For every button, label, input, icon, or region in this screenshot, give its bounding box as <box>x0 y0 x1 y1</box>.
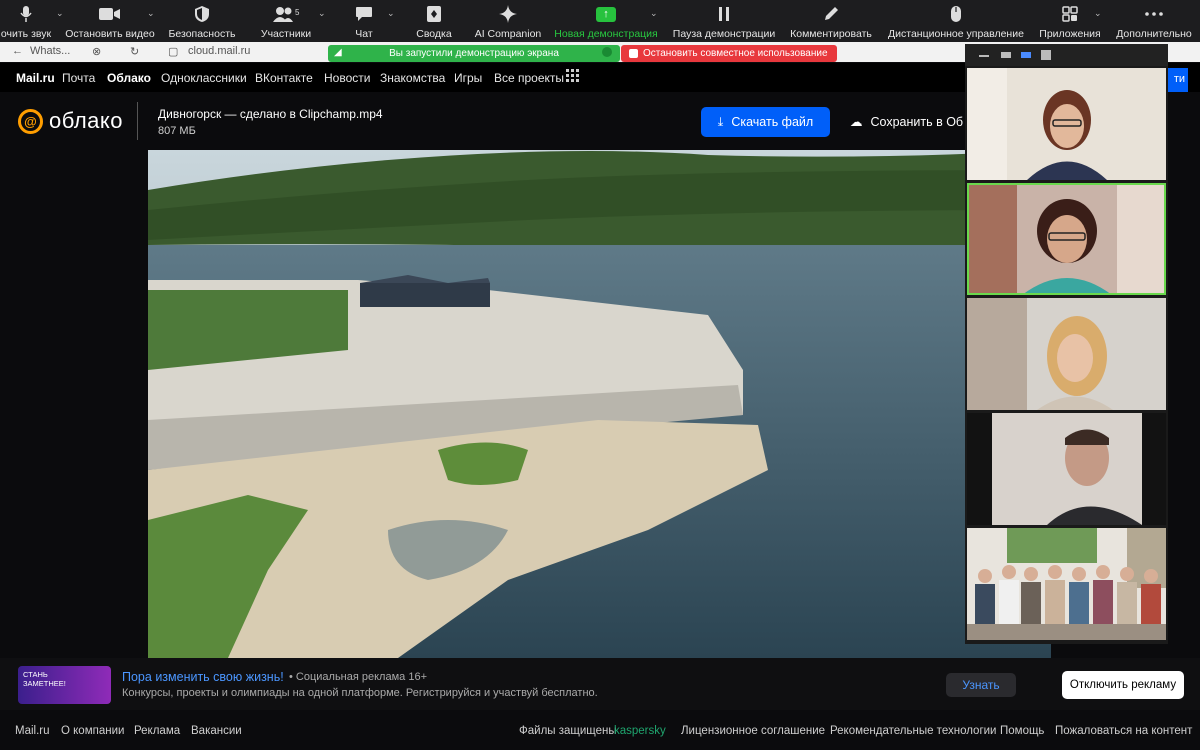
summary-button[interactable]: Сводка <box>414 0 454 42</box>
stop-sharing-button[interactable]: Остановить совместное использование <box>621 45 837 62</box>
download-icon: ⤓ <box>717 114 724 129</box>
ad-image[interactable]: СТАНЬ ЗАМЕТНЕЕ! <box>18 666 111 704</box>
grid-icon[interactable] <box>566 69 579 85</box>
pencil-icon <box>822 2 840 26</box>
lock-icon: ▢ <box>168 46 179 58</box>
shield-icon <box>194 2 210 26</box>
participants-icon: 5 <box>272 2 300 26</box>
divider <box>137 102 138 140</box>
video-player[interactable] <box>148 150 1051 658</box>
security-button[interactable]: Безопасность <box>166 0 238 42</box>
pause-icon <box>717 2 731 26</box>
minimize-icon[interactable] <box>979 55 989 57</box>
shield-check-icon <box>602 47 612 57</box>
mute-button[interactable]: очить звук <box>0 0 52 42</box>
chat-icon <box>355 2 373 26</box>
ad-label: • Социальная реклама 16+ <box>289 671 427 683</box>
footer-link-mailru[interactable]: Mail.ru <box>15 725 50 737</box>
reload-icon[interactable]: ↻ <box>130 45 139 58</box>
browser-tab[interactable]: Whats... <box>30 45 70 57</box>
footer-link-recommendations[interactable]: Рекомендательные технологии <box>830 725 997 737</box>
participant-video-1[interactable] <box>967 68 1166 180</box>
ad-description: Конкурсы, проекты и олимпиады на одной п… <box>122 687 598 699</box>
summary-icon <box>426 2 442 26</box>
video-camera-icon <box>99 2 121 26</box>
nav-mail[interactable]: Почта <box>62 71 95 85</box>
chevron-down-icon[interactable]: ⌄ <box>387 8 395 19</box>
participant-video-3[interactable] <box>967 298 1166 410</box>
footer-protected-text: Файлы защищены <box>519 725 617 737</box>
cloud-logo[interactable]: @ облако <box>18 108 123 134</box>
chevron-down-icon[interactable]: ⌄ <box>56 8 64 19</box>
file-size: 807 МБ <box>158 125 196 137</box>
footer-link-ads[interactable]: Реклама <box>134 725 180 737</box>
nav-ok[interactable]: Одноклассники <box>161 71 247 85</box>
chevron-down-icon[interactable]: ⌄ <box>650 8 658 19</box>
nav-dating[interactable]: Знакомства <box>380 71 445 85</box>
nav-vk[interactable]: ВКонтакте <box>255 71 313 85</box>
stop-video-button[interactable]: Остановить видео <box>64 0 156 42</box>
chevron-down-icon[interactable]: ⌄ <box>147 8 155 19</box>
remote-control-button[interactable]: Дистанционное управление <box>884 0 1028 42</box>
footer-link-vacancies[interactable]: Вакансии <box>191 725 242 737</box>
zoom-toolbar: очить звук ⌄ Остановить видео ⌄ Безопасн… <box>0 0 1200 42</box>
footer-link-help[interactable]: Помощь <box>1000 725 1044 737</box>
participant-video-5-group[interactable] <box>967 528 1166 640</box>
kaspersky-logo[interactable]: kaspersky <box>614 725 666 737</box>
svg-text:5: 5 <box>295 8 300 17</box>
video-frame-image <box>148 150 1051 658</box>
share-screen-icon: ↑ <box>596 6 616 22</box>
nav-games[interactable]: Игры <box>454 71 482 85</box>
address-bar[interactable]: cloud.mail.ru <box>188 45 250 57</box>
extension-icon[interactable]: ⊗ <box>92 45 101 58</box>
more-icon <box>1145 2 1163 26</box>
nav-mailru[interactable]: Mail.ru <box>16 71 55 85</box>
nav-cloud[interactable]: Облако <box>107 71 151 85</box>
page-footer: Mail.ru О компании Реклама Вакансии Файл… <box>0 710 1200 750</box>
mouse-icon <box>950 2 962 26</box>
pause-share-button[interactable]: Пауза демонстрации <box>670 0 778 42</box>
participants-button[interactable]: 5 Участники <box>258 0 314 42</box>
nav-all-projects[interactable]: Все проекты <box>494 71 564 85</box>
file-name: Дивногорск — сделано в Clipchamp.mp4 <box>158 107 383 121</box>
sharing-banner: ◢ Вы запустили демонстрацию экрана <box>328 45 620 62</box>
save-to-cloud-button[interactable]: ☁ Сохранить в Об <box>850 114 963 130</box>
ad-title[interactable]: Пора изменить свою жизнь! <box>122 670 284 684</box>
chat-button[interactable]: Чат <box>348 0 380 42</box>
microphone-icon <box>20 2 32 26</box>
sparkle-icon <box>498 2 518 26</box>
more-button[interactable]: Дополнительно <box>1110 0 1198 42</box>
back-arrow-icon[interactable]: ← <box>12 45 23 57</box>
ad-banner <box>0 658 1200 710</box>
ad-learn-more-button[interactable]: Узнать <box>946 673 1016 697</box>
gallery-grid-icon[interactable] <box>1041 50 1051 60</box>
at-logo-icon: @ <box>18 108 43 134</box>
screen: очить звук ⌄ Остановить видео ⌄ Безопасн… <box>0 0 1200 750</box>
screen-share-icon: ◢ <box>334 47 342 58</box>
participant-video-2-active-speaker[interactable] <box>967 183 1166 295</box>
apps-button[interactable]: Приложения <box>1036 0 1104 42</box>
participant-video-4[interactable] <box>967 413 1166 525</box>
chevron-down-icon[interactable]: ⌄ <box>1094 8 1102 19</box>
speaker-view-icon[interactable] <box>1021 52 1031 58</box>
footer-link-license[interactable]: Лицензионное соглашение <box>681 725 825 737</box>
disable-ads-button[interactable]: Отключить рекламу <box>1062 671 1184 699</box>
nav-news[interactable]: Новости <box>324 71 370 85</box>
new-share-button[interactable]: ↑ Новая демонстрация <box>552 0 660 42</box>
footer-link-about[interactable]: О компании <box>61 725 124 737</box>
apps-icon <box>1062 2 1078 26</box>
thumbnail-view-icon[interactable] <box>1001 52 1011 58</box>
annotate-button[interactable]: Комментировать <box>787 0 875 42</box>
gallery-view-controls <box>965 44 1168 66</box>
cloud-upload-icon: ☁ <box>850 115 863 129</box>
chevron-down-icon[interactable]: ⌄ <box>318 8 326 19</box>
download-button[interactable]: ⤓ Скачать файл <box>701 107 830 137</box>
footer-link-report[interactable]: Пожаловаться на контент <box>1055 725 1192 737</box>
ai-companion-button[interactable]: AI Companion <box>472 0 544 42</box>
participant-gallery <box>965 44 1168 644</box>
